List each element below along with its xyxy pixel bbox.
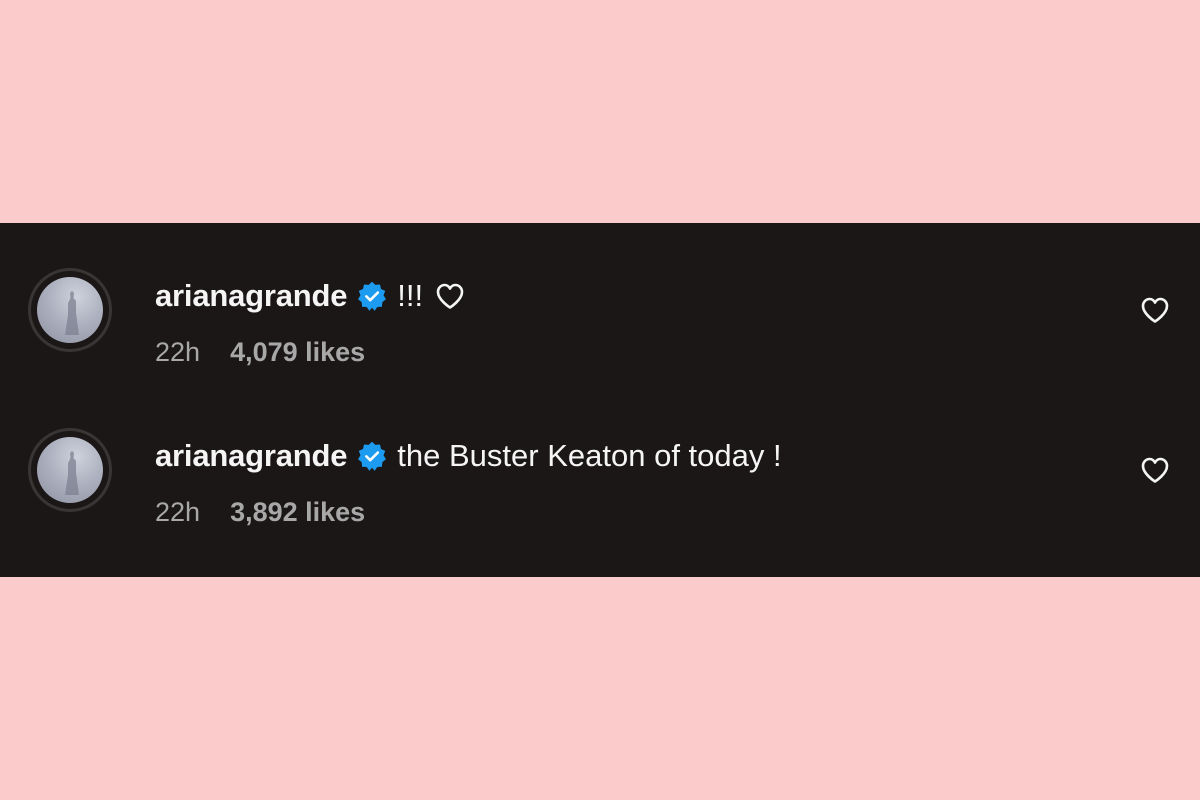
like-button-heart-icon[interactable]: [1140, 456, 1170, 484]
heart-outline-icon: [436, 283, 464, 309]
avatar-silhouette-icon: [65, 451, 79, 495]
comment-header: arianagrande the Buster Keaton of today …: [155, 436, 782, 476]
comments-panel: arianagrande !!! 22h 4,079 likes arianag…: [0, 223, 1200, 577]
likes-count[interactable]: 4,079 likes: [230, 337, 365, 368]
comment-item: arianagrande the Buster Keaton of today …: [0, 428, 1200, 548]
comment-time: 22h: [155, 336, 201, 367]
screenshot-frame: arianagrande !!! 22h 4,079 likes arianag…: [0, 0, 1200, 800]
comment-meta: 22h 4,079 likes: [155, 335, 365, 369]
like-button-heart-icon[interactable]: [1140, 296, 1170, 324]
verified-badge-icon: [358, 281, 387, 311]
avatar[interactable]: [28, 268, 112, 352]
username[interactable]: arianagrande: [155, 278, 347, 314]
comment-item: arianagrande !!! 22h 4,079 likes: [0, 268, 1200, 388]
comment-header: arianagrande !!!: [155, 276, 465, 316]
comment-time: 22h: [155, 496, 201, 527]
comment-text: !!!: [397, 278, 424, 313]
avatar[interactable]: [28, 428, 112, 512]
avatar-image: [37, 277, 103, 343]
likes-count[interactable]: 3,892 likes: [230, 497, 365, 528]
comment-meta: 22h 3,892 likes: [155, 495, 365, 529]
avatar-image: [37, 437, 103, 503]
username[interactable]: arianagrande: [155, 438, 347, 474]
verified-badge-icon: [358, 441, 387, 471]
comment-text: the Buster Keaton of today !: [397, 438, 782, 473]
avatar-silhouette-icon: [65, 291, 79, 335]
